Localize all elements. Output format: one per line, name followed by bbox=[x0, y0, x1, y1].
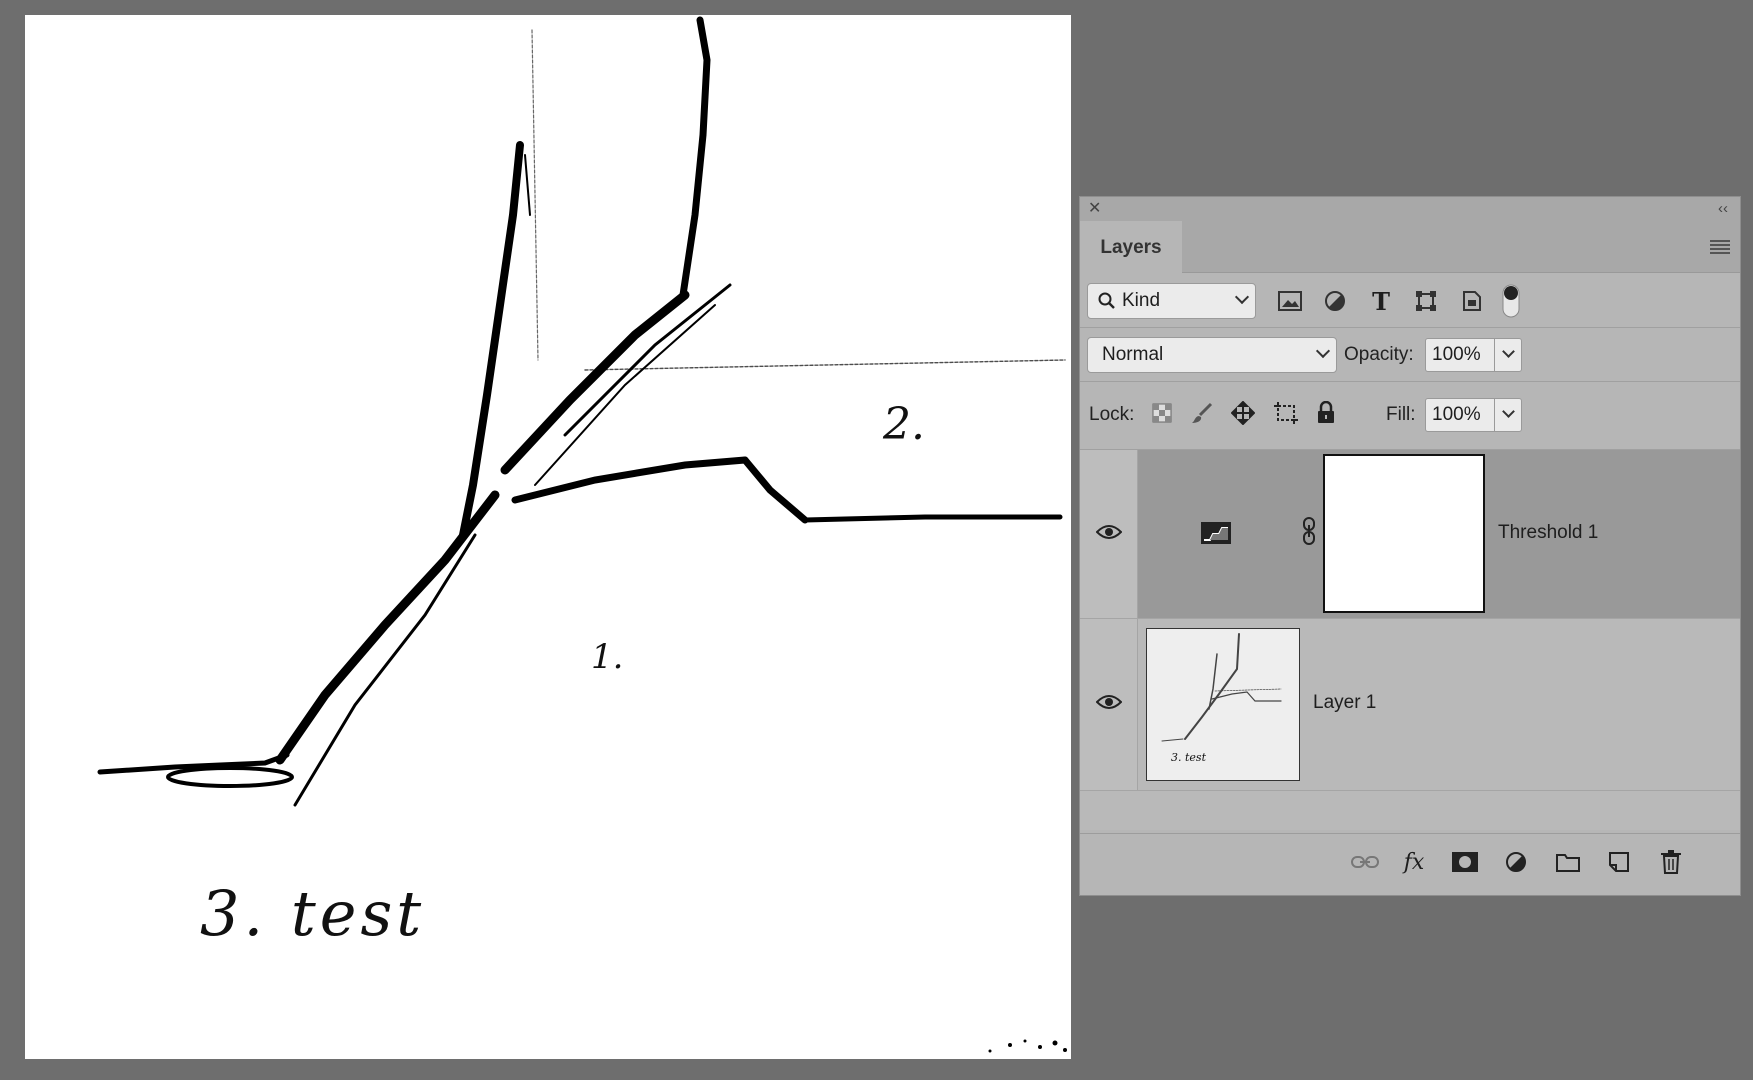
fx-icon[interactable]: fx bbox=[1398, 848, 1430, 876]
visibility-toggle[interactable] bbox=[1080, 619, 1138, 790]
panel-footer: fx bbox=[1080, 833, 1740, 895]
layer-row-threshold[interactable]: Threshold 1 bbox=[1080, 450, 1740, 619]
adjustment-filter-icon[interactable] bbox=[1320, 286, 1350, 316]
lock-move-icon[interactable] bbox=[1228, 398, 1258, 428]
filter-kind-select[interactable]: Kind bbox=[1087, 283, 1256, 319]
layer-mask-thumbnail[interactable] bbox=[1323, 454, 1485, 613]
blend-mode-select[interactable]: Normal bbox=[1087, 337, 1337, 373]
mask-link-icon[interactable] bbox=[1294, 516, 1324, 546]
sketch-drawing bbox=[97, 16, 1067, 1053]
close-icon[interactable]: ✕ bbox=[1088, 199, 1101, 219]
new-layer-icon[interactable] bbox=[1603, 848, 1635, 876]
new-group-icon[interactable] bbox=[1552, 848, 1584, 876]
eye-icon bbox=[1095, 694, 1122, 715]
opacity-dropdown[interactable] bbox=[1494, 338, 1522, 372]
visibility-toggle[interactable] bbox=[1080, 450, 1138, 618]
link-layers-icon[interactable] bbox=[1349, 848, 1381, 876]
pixel-filter-icon[interactable] bbox=[1275, 286, 1305, 316]
layer-thumbnail[interactable]: 3. test bbox=[1146, 628, 1300, 781]
tab-layers[interactable]: Layers bbox=[1080, 221, 1182, 274]
chevron-down-icon bbox=[1502, 345, 1515, 358]
filter-kind-label: Kind bbox=[1122, 290, 1161, 311]
panel-title-strip: ✕ ‹‹ bbox=[1080, 197, 1740, 221]
lock-brush-icon[interactable] bbox=[1187, 398, 1217, 428]
document-canvas[interactable]: 2. 1. 3. test bbox=[25, 15, 1071, 1059]
shape-filter-icon[interactable] bbox=[1411, 286, 1441, 316]
layer-name-threshold[interactable]: Threshold 1 bbox=[1498, 522, 1598, 544]
sketch-label-3: 3. test bbox=[200, 877, 426, 950]
fill-dropdown[interactable] bbox=[1494, 398, 1522, 432]
lock-artboard-icon[interactable] bbox=[1271, 398, 1301, 428]
chevron-down-icon bbox=[1502, 405, 1515, 418]
search-icon bbox=[1098, 292, 1116, 310]
fill-label: Fill: bbox=[1386, 404, 1416, 425]
filter-toggle-icon[interactable] bbox=[1500, 284, 1522, 318]
smart-object-filter-icon[interactable] bbox=[1457, 286, 1487, 316]
type-filter-icon[interactable]: T bbox=[1366, 286, 1396, 316]
layer-row-layer1[interactable]: 3. test Layer 1 bbox=[1080, 619, 1740, 791]
chevron-down-icon bbox=[1315, 343, 1331, 359]
chevron-down-icon bbox=[1234, 289, 1250, 305]
layers-panel: ✕ ‹‹ Layers Kind T Normal Opacity: 100% … bbox=[1079, 196, 1741, 896]
delete-layer-icon[interactable] bbox=[1655, 848, 1687, 876]
opacity-input[interactable]: 100% bbox=[1425, 338, 1495, 372]
sketch-label-1: 1. bbox=[591, 637, 624, 677]
panel-menu-icon[interactable] bbox=[1710, 239, 1730, 260]
blend-row: Normal Opacity: 100% bbox=[1080, 328, 1740, 382]
fill-input[interactable]: 100% bbox=[1425, 398, 1495, 432]
thumbnail-label: 3. test bbox=[1171, 751, 1206, 764]
panel-tab-bar: Layers bbox=[1080, 221, 1740, 274]
layer-name-layer1[interactable]: Layer 1 bbox=[1313, 692, 1376, 714]
layers-list: Threshold 1 3. test Layer 1 bbox=[1080, 450, 1740, 830]
blend-mode-value: Normal bbox=[1102, 344, 1164, 365]
lock-all-icon[interactable] bbox=[1311, 398, 1341, 428]
new-adjustment-icon[interactable] bbox=[1500, 848, 1532, 876]
opacity-label: Opacity: bbox=[1344, 344, 1414, 365]
lock-label: Lock: bbox=[1089, 404, 1135, 425]
lock-transparent-icon[interactable] bbox=[1147, 398, 1177, 428]
threshold-adjustment-icon bbox=[1201, 518, 1231, 548]
lock-row: Lock: Fill: 100% bbox=[1080, 382, 1740, 450]
collapse-icon[interactable]: ‹‹ bbox=[1718, 199, 1728, 219]
eye-icon bbox=[1095, 524, 1122, 545]
filter-row: Kind T bbox=[1080, 274, 1740, 328]
add-mask-icon[interactable] bbox=[1449, 848, 1481, 876]
sketch-label-2: 2. bbox=[883, 399, 925, 450]
